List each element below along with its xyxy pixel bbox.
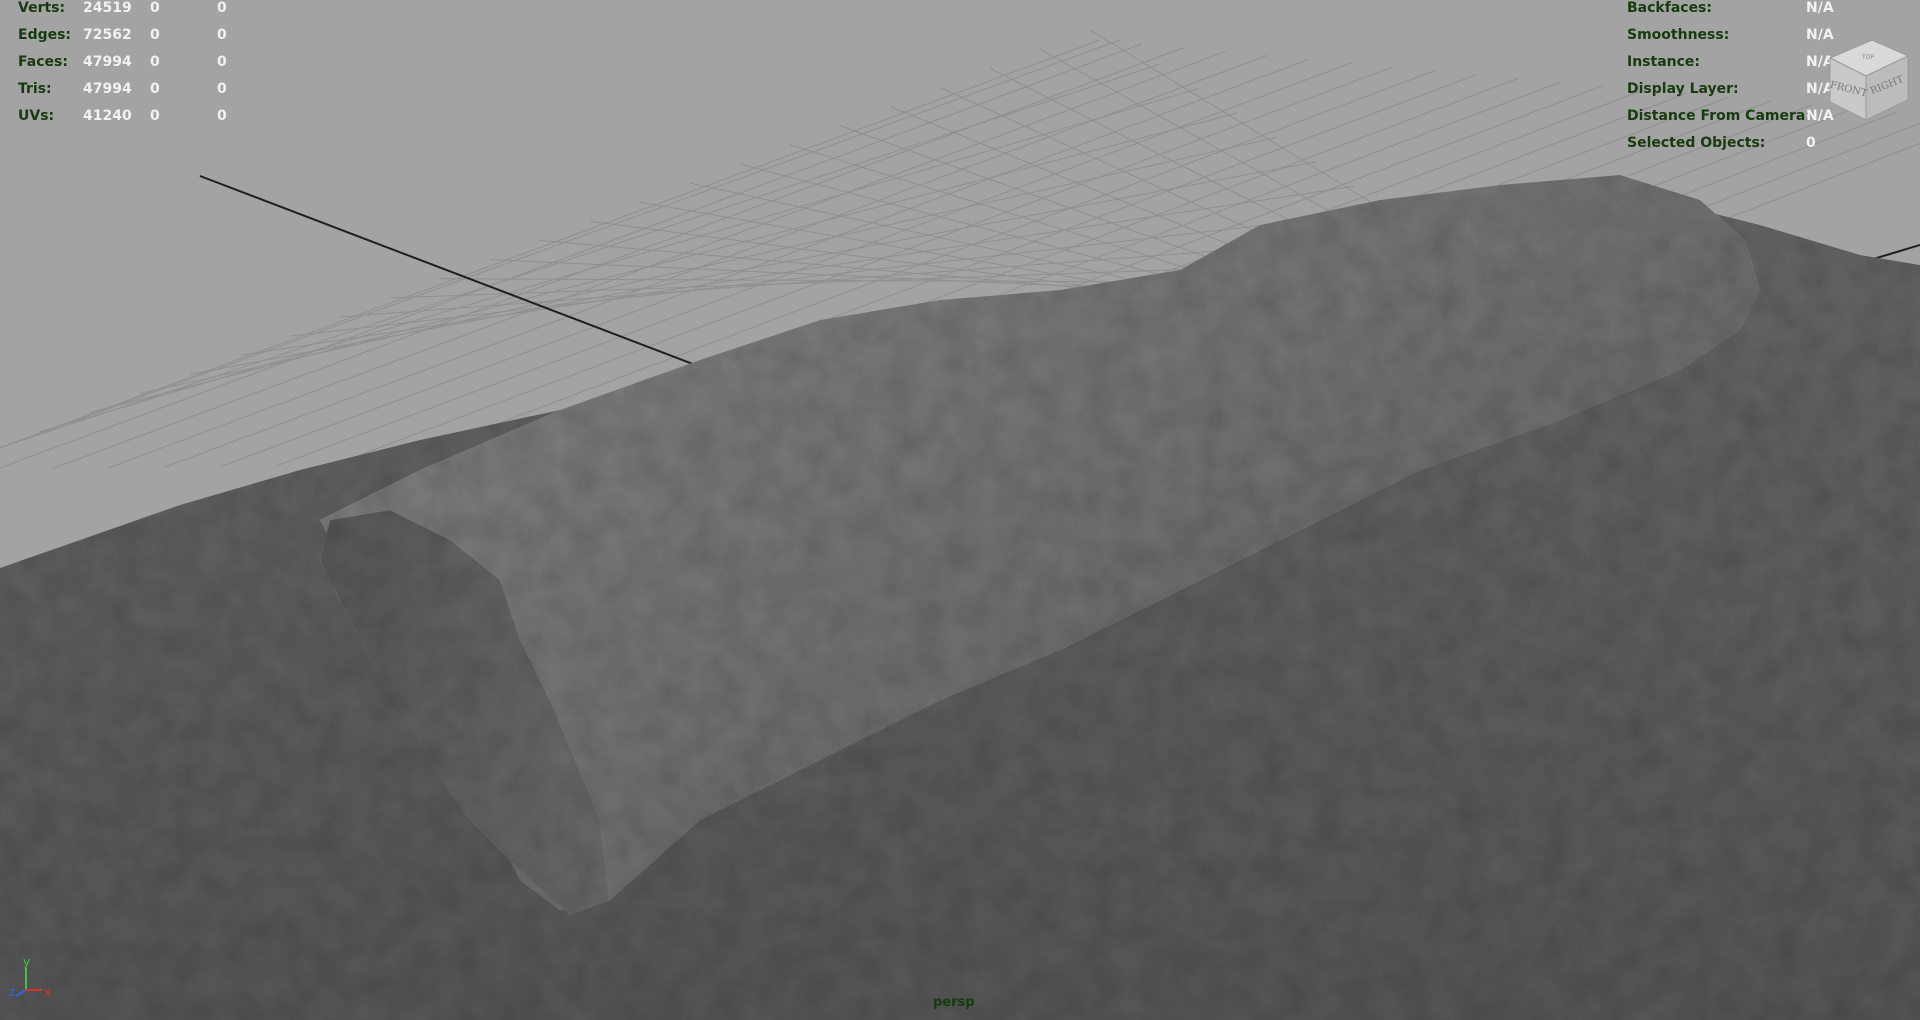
poly-count-label: UVs: — [18, 108, 55, 124]
poly-count-value: 24519 — [83, 0, 132, 16]
object-detail-label: Backfaces: — [1627, 0, 1712, 16]
poly-count-value: 0 — [150, 81, 160, 97]
poly-count-value: 0 — [217, 81, 227, 97]
poly-count-row: Verts: 24519 0 0 — [18, 0, 248, 22]
poly-count-value: 0 — [150, 27, 160, 43]
poly-count-value: 41240 — [83, 108, 132, 124]
object-detail-label: Distance From Camera: — [1627, 108, 1811, 124]
poly-count-row: Faces: 47994 0 0 — [18, 49, 248, 76]
object-detail-value: 0 — [1806, 135, 1816, 151]
poly-count-value: 47994 — [83, 54, 132, 70]
poly-count-label: Tris: — [18, 81, 52, 97]
poly-count-value: 0 — [217, 54, 227, 70]
poly-count-value: 0 — [217, 27, 227, 43]
object-details-hud: Backfaces: N/A Smoothness: N/A Instance: N/A D… — [1627, 0, 1834, 157]
poly-count-value: 0 — [217, 108, 227, 124]
axis-y-label: y — [23, 955, 30, 969]
object-detail-row: Selected Objects: 0 — [1627, 130, 1827, 157]
poly-count-value: 0 — [150, 0, 160, 16]
poly-count-row: Tris: 47994 0 0 — [18, 76, 248, 103]
axis-z-line — [15, 989, 27, 997]
camera-name-label: persp — [933, 995, 975, 1010]
object-detail-row: Distance From Camera: N/A — [1627, 103, 1834, 130]
poly-count-value: 0 — [150, 54, 160, 70]
object-detail-row: Display Layer: N/A — [1627, 76, 1834, 103]
object-detail-label: Smoothness: — [1627, 27, 1730, 43]
poly-count-value: 72562 — [83, 27, 132, 43]
object-detail-value: N/A — [1806, 0, 1834, 16]
poly-count-hud: Verts: 24519 0 0 Edges: 72562 0 0 Faces: 47994 0 0 T… — [18, 0, 248, 130]
poly-count-label: Faces: — [18, 54, 68, 70]
object-detail-row: Smoothness: N/A — [1627, 22, 1834, 49]
poly-count-label: Verts: — [18, 0, 66, 16]
axis-z-label: z — [9, 985, 15, 999]
poly-count-label: Edges: — [18, 27, 72, 43]
poly-count-value: 47994 — [83, 81, 132, 97]
view-cube-top-label: TOP — [1861, 54, 1874, 61]
axis-gizmo: y x z — [9, 955, 51, 999]
poly-count-value: 0 — [217, 0, 227, 16]
object-detail-row: Backfaces: N/A — [1627, 0, 1834, 22]
perspective-viewport[interactable]: Verts: 24519 0 0 Edges: 72562 0 0 Faces: 47994 0 0 T… — [0, 0, 1920, 1020]
object-detail-label: Instance: — [1627, 54, 1701, 70]
view-cube[interactable]: TOP FRONT RIGHT — [1818, 28, 1918, 128]
poly-count-value: 0 — [150, 108, 160, 124]
object-detail-label: Display Layer: — [1627, 81, 1739, 97]
poly-count-row: Edges: 72562 0 0 — [18, 22, 248, 49]
object-detail-row: Instance: N/A — [1627, 49, 1834, 76]
object-detail-label: Selected Objects: — [1627, 135, 1766, 151]
axis-x-label: x — [44, 985, 51, 999]
poly-count-row: UVs: 41240 0 0 — [18, 103, 248, 130]
